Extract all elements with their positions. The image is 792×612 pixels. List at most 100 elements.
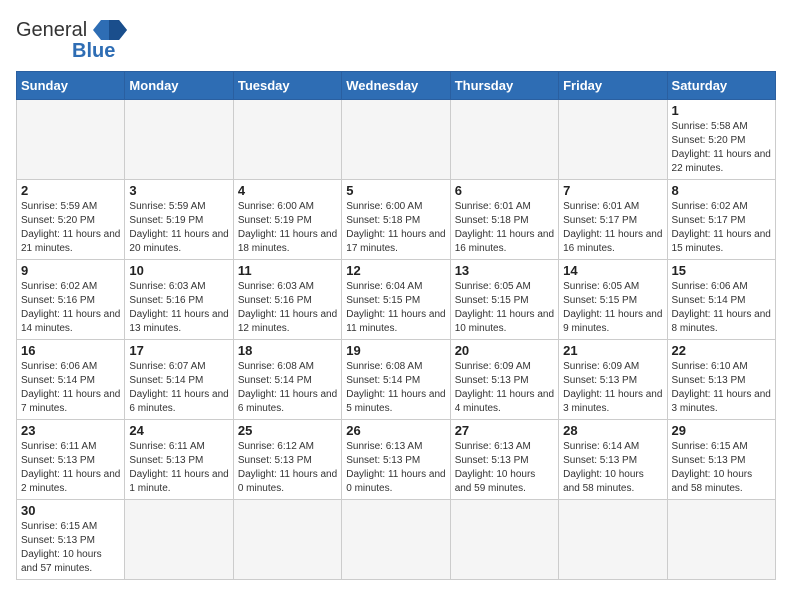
calendar-cell: 7Sunrise: 6:01 AM Sunset: 5:17 PM Daylig…	[559, 180, 667, 260]
day-header-friday: Friday	[559, 72, 667, 100]
day-number: 12	[346, 263, 445, 278]
day-number: 1	[672, 103, 771, 118]
calendar-cell	[342, 100, 450, 180]
calendar-cell: 16 Sunrise: 6:06 AM Sunset: 5:14 PM Dayli…	[17, 340, 125, 420]
calendar-cell	[450, 100, 558, 180]
day-number: 19	[346, 343, 445, 358]
calendar-cell: 25 Sunrise: 6:12 AM Sunset: 5:13 PM Dayli…	[233, 420, 341, 500]
day-info: Sunrise: 6:02 AM Sunset: 5:16 PM Dayligh…	[21, 280, 120, 336]
day-number: 27	[455, 423, 554, 438]
day-info: Sunrise: 6:02 AM Sunset: 5:17 PM Dayligh…	[672, 200, 771, 256]
calendar-cell: 15 Sunrise: 6:06 AM Sunset: 5:14 PM Dayli…	[667, 260, 775, 340]
day-info: Sunrise: 6:10 AM Sunset: 5:13 PM Dayligh…	[672, 360, 771, 416]
calendar-week-row: 2Sunrise: 5:59 AM Sunset: 5:20 PM Daylig…	[17, 180, 776, 260]
day-info: Sunrise: 6:00 AM Sunset: 5:18 PM Dayligh…	[346, 200, 445, 256]
calendar-cell: 1 Sunrise: 5:58 AM Sunset: 5:20 PM Daylig…	[667, 100, 775, 180]
day-number: 8	[672, 183, 771, 198]
calendar-cell: 30 Sunrise: 6:15 AM Sunset: 5:13 PM Dayli…	[17, 500, 125, 580]
day-info: Sunrise: 6:06 AM Sunset: 5:14 PM Dayligh…	[672, 280, 771, 336]
calendar-cell: 12 Sunrise: 6:04 AM Sunset: 5:15 PM Dayli…	[342, 260, 450, 340]
calendar-cell: 9Sunrise: 6:02 AM Sunset: 5:16 PM Daylig…	[17, 260, 125, 340]
day-info: Sunrise: 6:06 AM Sunset: 5:14 PM Dayligh…	[21, 360, 120, 416]
day-info: Sunrise: 6:14 AM Sunset: 5:13 PM Dayligh…	[563, 440, 662, 496]
day-number: 20	[455, 343, 554, 358]
day-info: Sunrise: 5:58 AM Sunset: 5:20 PM Dayligh…	[672, 120, 771, 176]
calendar-cell: 28 Sunrise: 6:14 AM Sunset: 5:13 PM Dayli…	[559, 420, 667, 500]
day-info: Sunrise: 5:59 AM Sunset: 5:19 PM Dayligh…	[129, 200, 228, 256]
day-info: Sunrise: 6:08 AM Sunset: 5:14 PM Dayligh…	[346, 360, 445, 416]
day-header-sunday: Sunday	[17, 72, 125, 100]
day-header-monday: Monday	[125, 72, 233, 100]
day-number: 16	[21, 343, 120, 358]
day-info: Sunrise: 6:08 AM Sunset: 5:14 PM Dayligh…	[238, 360, 337, 416]
day-info: Sunrise: 6:15 AM Sunset: 5:13 PM Dayligh…	[672, 440, 771, 496]
calendar: SundayMondayTuesdayWednesdayThursdayFrid…	[16, 71, 776, 580]
day-info: Sunrise: 6:13 AM Sunset: 5:13 PM Dayligh…	[346, 440, 445, 496]
day-info: Sunrise: 6:15 AM Sunset: 5:13 PM Dayligh…	[21, 520, 120, 576]
day-number: 22	[672, 343, 771, 358]
calendar-cell: 29Sunrise: 6:15 AM Sunset: 5:13 PM Dayli…	[667, 420, 775, 500]
logo-blue: Blue	[72, 40, 115, 63]
day-header-wednesday: Wednesday	[342, 72, 450, 100]
calendar-cell: 6Sunrise: 6:01 AM Sunset: 5:18 PM Daylig…	[450, 180, 558, 260]
day-info: Sunrise: 6:05 AM Sunset: 5:15 PM Dayligh…	[455, 280, 554, 336]
calendar-cell: 27 Sunrise: 6:13 AM Sunset: 5:13 PM Dayli…	[450, 420, 558, 500]
day-number: 28	[563, 423, 662, 438]
day-info: Sunrise: 6:00 AM Sunset: 5:19 PM Dayligh…	[238, 200, 337, 256]
calendar-cell: 2Sunrise: 5:59 AM Sunset: 5:20 PM Daylig…	[17, 180, 125, 260]
day-number: 3	[129, 183, 228, 198]
day-number: 15	[672, 263, 771, 278]
day-number: 21	[563, 343, 662, 358]
calendar-cell	[450, 500, 558, 580]
day-info: Sunrise: 6:09 AM Sunset: 5:13 PM Dayligh…	[563, 360, 662, 416]
calendar-cell	[125, 500, 233, 580]
calendar-cell	[559, 500, 667, 580]
calendar-cell: 18 Sunrise: 6:08 AM Sunset: 5:14 PM Dayli…	[233, 340, 341, 420]
day-number: 18	[238, 343, 337, 358]
calendar-cell	[17, 100, 125, 180]
day-number: 13	[455, 263, 554, 278]
calendar-cell: 8 Sunrise: 6:02 AM Sunset: 5:17 PM Daylig…	[667, 180, 775, 260]
calendar-cell: 10Sunrise: 6:03 AM Sunset: 5:16 PM Dayli…	[125, 260, 233, 340]
calendar-cell: 19 Sunrise: 6:08 AM Sunset: 5:14 PM Dayli…	[342, 340, 450, 420]
day-number: 17	[129, 343, 228, 358]
day-number: 23	[21, 423, 120, 438]
header: General Blue	[16, 16, 776, 63]
day-info: Sunrise: 6:03 AM Sunset: 5:16 PM Dayligh…	[238, 280, 337, 336]
calendar-cell	[667, 500, 775, 580]
calendar-cell	[125, 100, 233, 180]
calendar-week-row: 1 Sunrise: 5:58 AM Sunset: 5:20 PM Daylig…	[17, 100, 776, 180]
day-number: 6	[455, 183, 554, 198]
calendar-cell: 23 Sunrise: 6:11 AM Sunset: 5:13 PM Dayli…	[17, 420, 125, 500]
day-number: 25	[238, 423, 337, 438]
calendar-cell: 14 Sunrise: 6:05 AM Sunset: 5:15 PM Dayli…	[559, 260, 667, 340]
calendar-week-row: 23 Sunrise: 6:11 AM Sunset: 5:13 PM Dayli…	[17, 420, 776, 500]
day-number: 4	[238, 183, 337, 198]
calendar-cell: 26Sunrise: 6:13 AM Sunset: 5:13 PM Dayli…	[342, 420, 450, 500]
logo: General Blue	[16, 16, 127, 63]
calendar-cell: 13 Sunrise: 6:05 AM Sunset: 5:15 PM Dayli…	[450, 260, 558, 340]
day-info: Sunrise: 6:11 AM Sunset: 5:13 PM Dayligh…	[129, 440, 228, 496]
calendar-cell: 4 Sunrise: 6:00 AM Sunset: 5:19 PM Daylig…	[233, 180, 341, 260]
calendar-cell	[342, 500, 450, 580]
calendar-week-row: 30 Sunrise: 6:15 AM Sunset: 5:13 PM Dayli…	[17, 500, 776, 580]
calendar-cell: 5Sunrise: 6:00 AM Sunset: 5:18 PM Daylig…	[342, 180, 450, 260]
calendar-cell: 22 Sunrise: 6:10 AM Sunset: 5:13 PM Dayli…	[667, 340, 775, 420]
calendar-cell: 20 Sunrise: 6:09 AM Sunset: 5:13 PM Dayli…	[450, 340, 558, 420]
day-info: Sunrise: 6:05 AM Sunset: 5:15 PM Dayligh…	[563, 280, 662, 336]
day-info: Sunrise: 6:09 AM Sunset: 5:13 PM Dayligh…	[455, 360, 554, 416]
day-info: Sunrise: 6:12 AM Sunset: 5:13 PM Dayligh…	[238, 440, 337, 496]
day-info: Sunrise: 6:11 AM Sunset: 5:13 PM Dayligh…	[21, 440, 120, 496]
day-info: Sunrise: 6:01 AM Sunset: 5:17 PM Dayligh…	[563, 200, 662, 256]
calendar-cell	[233, 500, 341, 580]
day-header-saturday: Saturday	[667, 72, 775, 100]
day-number: 14	[563, 263, 662, 278]
day-info: Sunrise: 6:04 AM Sunset: 5:15 PM Dayligh…	[346, 280, 445, 336]
day-number: 24	[129, 423, 228, 438]
day-number: 30	[21, 503, 120, 518]
logo-general: General	[16, 19, 87, 42]
day-info: Sunrise: 6:13 AM Sunset: 5:13 PM Dayligh…	[455, 440, 554, 496]
day-header-thursday: Thursday	[450, 72, 558, 100]
calendar-cell: 3 Sunrise: 5:59 AM Sunset: 5:19 PM Daylig…	[125, 180, 233, 260]
day-number: 2	[21, 183, 120, 198]
